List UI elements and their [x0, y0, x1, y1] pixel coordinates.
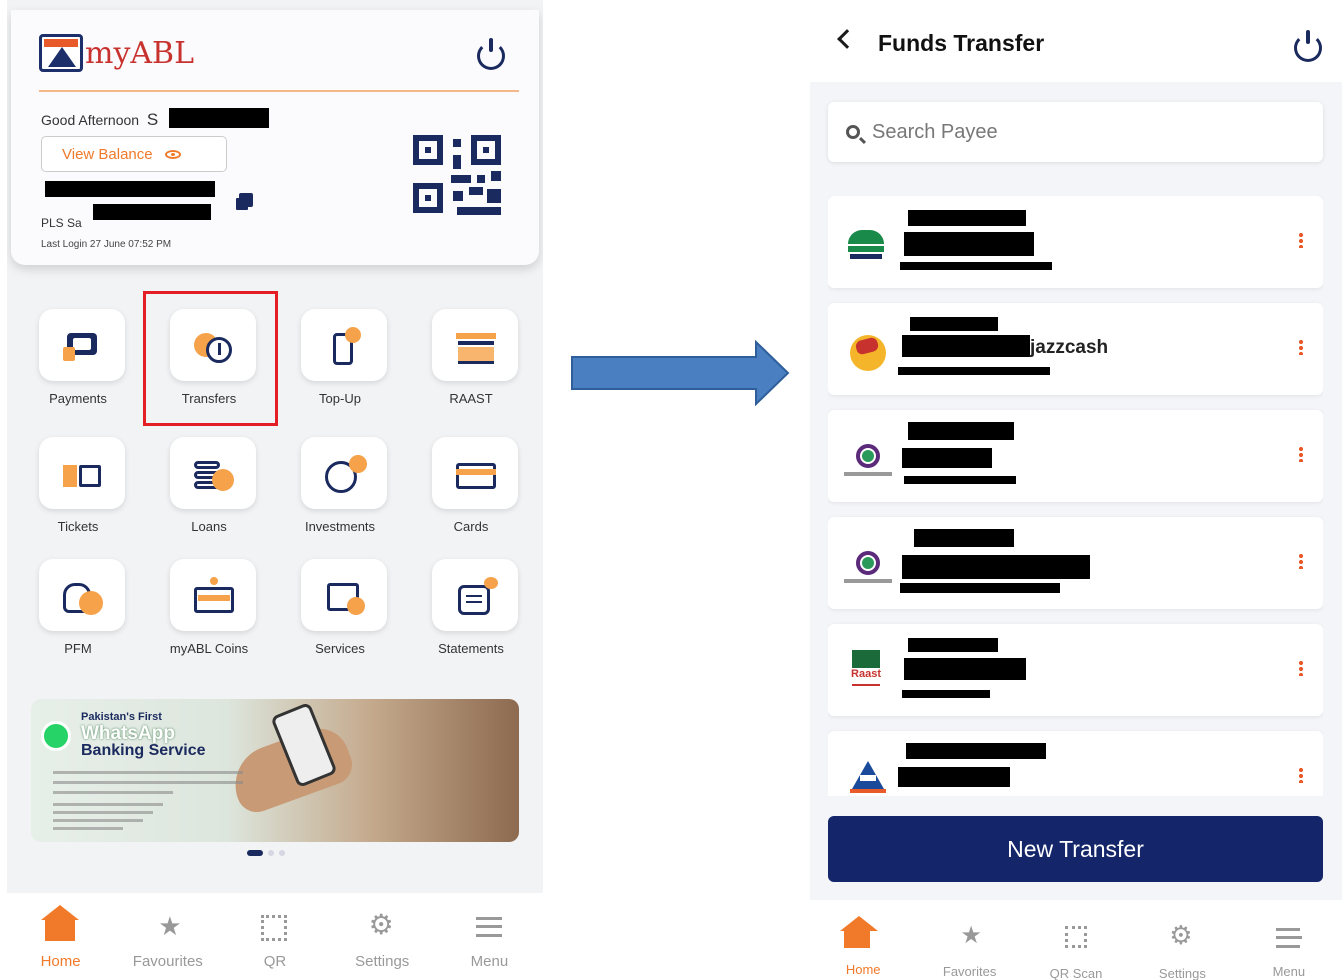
transfers-highlight-box — [143, 291, 278, 426]
nav-qr[interactable]: QR — [221, 893, 328, 980]
qr-icon — [261, 915, 288, 941]
allied-bank-logo-icon — [840, 753, 896, 796]
tile-pfm[interactable]: PFM — [13, 549, 143, 669]
search-icon — [846, 125, 860, 139]
nav-settings[interactable]: ⚙ Settings — [329, 893, 436, 980]
payee-item[interactable] — [828, 517, 1323, 609]
payee-item[interactable] — [828, 731, 1323, 796]
bottom-nav: Home ★ Favorites QR Scan ⚙ Settings Menu — [810, 900, 1342, 980]
star-icon: ★ — [960, 922, 982, 949]
payee-item[interactable] — [828, 196, 1323, 288]
payee-item[interactable] — [828, 410, 1323, 502]
jazzcash-logo-icon — [840, 325, 896, 377]
whatsapp-icon — [41, 721, 71, 751]
investments-icon — [325, 455, 367, 493]
payee-list[interactable]: jazzcash Raast — [828, 196, 1323, 796]
divider — [39, 90, 519, 92]
gear-icon: ⚙ — [1169, 920, 1193, 950]
more-options-icon[interactable] — [1299, 553, 1303, 569]
power-icon[interactable] — [477, 38, 505, 70]
tile-statements[interactable]: Statements — [406, 549, 536, 669]
new-transfer-button[interactable]: New Transfer — [828, 816, 1323, 882]
copy-icon[interactable] — [239, 193, 253, 207]
pfm-icon — [63, 577, 103, 615]
header: Funds Transfer — [810, 10, 1342, 82]
tile-raast[interactable]: RAAST — [406, 299, 536, 419]
tickets-icon — [63, 455, 101, 491]
cards-icon — [456, 455, 496, 491]
page-title: Funds Transfer — [878, 30, 1045, 56]
nav-menu[interactable]: Menu — [436, 893, 543, 980]
tile-tickets[interactable]: Tickets — [13, 427, 143, 547]
more-options-icon[interactable] — [1299, 446, 1303, 462]
bottom-nav: Home ★ Favourites QR ⚙ Settings Menu — [7, 893, 543, 980]
meezan-bank-logo-icon — [840, 432, 896, 484]
home-icon — [840, 916, 878, 948]
redacted-account-number — [45, 181, 215, 197]
statements-icon — [456, 577, 498, 615]
account-card: myABL Good Afternoon S View Balance PLS … — [11, 10, 539, 265]
top-up-icon — [325, 327, 363, 365]
nav-favourites[interactable]: ★ Favourites — [114, 893, 221, 980]
search-bar[interactable] — [828, 102, 1323, 162]
menu-icon — [1275, 928, 1302, 948]
payee-item[interactable]: Raast — [828, 624, 1323, 716]
back-arrow-icon[interactable] — [837, 29, 857, 49]
payee-name: jazzcash — [1030, 337, 1109, 358]
redacted-name — [169, 108, 269, 128]
carousel-dots[interactable] — [247, 850, 285, 856]
payments-icon — [63, 327, 101, 363]
nav-settings[interactable]: ⚙ Settings — [1129, 900, 1235, 980]
app-name: myABL — [85, 35, 195, 71]
view-balance-button[interactable]: View Balance — [41, 136, 227, 172]
raast-icon — [456, 327, 496, 364]
power-icon[interactable] — [1294, 30, 1322, 62]
mcb-logo-icon — [840, 218, 896, 270]
nav-menu[interactable]: Menu — [1236, 900, 1342, 980]
more-options-icon[interactable] — [1299, 339, 1303, 355]
tile-investments[interactable]: Investments — [275, 427, 405, 547]
redacted-account-title — [93, 204, 211, 220]
eye-icon — [164, 149, 181, 159]
abl-logo-icon — [39, 34, 83, 72]
loans-icon — [194, 455, 234, 491]
nav-favorites[interactable]: ★ Favorites — [916, 900, 1022, 980]
more-options-icon[interactable] — [1299, 232, 1303, 248]
nav-qr-scan[interactable]: QR Scan — [1023, 900, 1129, 980]
nav-home[interactable]: Home — [810, 900, 916, 980]
greeting: Good Afternoon S — [41, 110, 159, 129]
search-input[interactable] — [872, 120, 1272, 144]
right-arrow-icon — [571, 340, 790, 406]
gear-icon: ⚙ — [368, 909, 394, 940]
whatsapp-banking-banner[interactable]: Pakistan's First WhatsApp Banking Servic… — [31, 699, 519, 842]
payee-item[interactable]: jazzcash — [828, 303, 1323, 395]
meezan-bank-logo-icon — [840, 539, 896, 591]
coins-icon — [194, 577, 234, 613]
home-icon — [41, 905, 79, 941]
tile-myabl-coins[interactable]: myABL Coins — [144, 549, 274, 669]
tile-services[interactable]: Services — [275, 549, 405, 669]
qr-scan-icon — [1064, 926, 1087, 948]
funds-transfer-screen: Funds Transfer jazzcash — [810, 10, 1342, 980]
myabl-logo: myABL — [39, 34, 194, 72]
nav-home[interactable]: Home — [7, 893, 114, 980]
more-options-icon[interactable] — [1299, 767, 1303, 783]
tile-payments[interactable]: Payments — [13, 299, 143, 419]
services-icon — [325, 577, 365, 615]
account-type: PLS Sa — [41, 216, 82, 230]
star-icon: ★ — [158, 911, 182, 941]
home-screen: myABL Good Afternoon S View Balance PLS … — [7, 0, 543, 980]
menu-icon — [475, 917, 502, 937]
more-options-icon[interactable] — [1299, 660, 1303, 676]
tile-loans[interactable]: Loans — [144, 427, 274, 547]
qr-code-icon[interactable] — [413, 135, 503, 215]
tile-cards[interactable]: Cards — [406, 427, 536, 547]
raast-logo-icon: Raast — [840, 646, 896, 698]
last-login: Last Login 27 June 07:52 PM — [41, 239, 172, 250]
tile-top-up[interactable]: Top-Up — [275, 299, 405, 419]
